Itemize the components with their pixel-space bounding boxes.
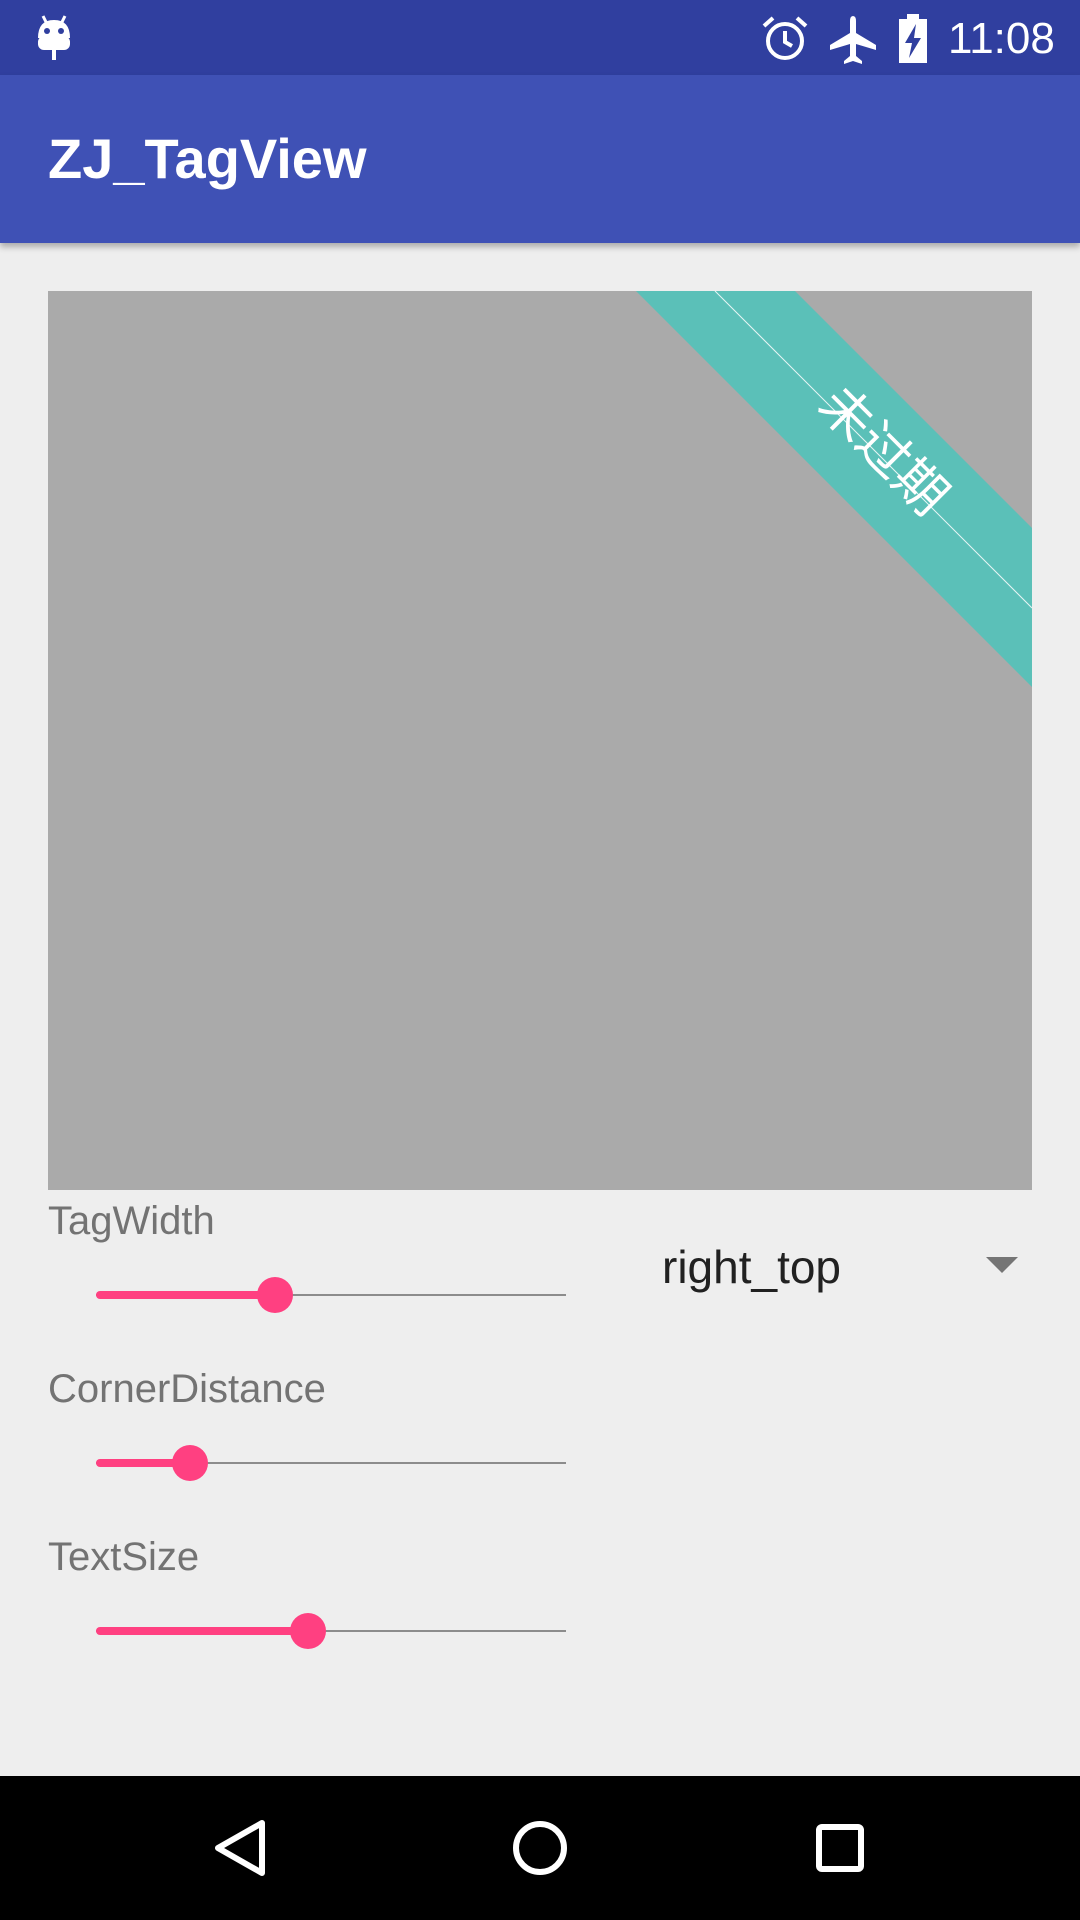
- text-size-seekbar[interactable]: [96, 1606, 566, 1656]
- android-icon: [34, 14, 74, 62]
- home-icon[interactable]: [490, 1798, 590, 1898]
- seekbar-progress: [96, 1627, 308, 1635]
- corner-distance-seekbar[interactable]: [96, 1438, 566, 1488]
- seekbar-thumb[interactable]: [257, 1277, 293, 1313]
- alarm-icon: [760, 14, 810, 64]
- navigation-bar: [0, 1776, 1080, 1920]
- corner-distance-label: CornerDistance: [48, 1367, 326, 1411]
- text-size-label: TextSize: [48, 1535, 200, 1579]
- seekbar-progress: [96, 1291, 275, 1299]
- battery-charging-icon: [896, 12, 930, 66]
- tag-width-label: TagWidth: [48, 1199, 215, 1243]
- seekbar-thumb[interactable]: [172, 1445, 208, 1481]
- tag-view-image: 未过期: [48, 291, 1032, 1190]
- back-icon[interactable]: [190, 1798, 290, 1898]
- spinner-selected-value: right_top: [662, 1241, 842, 1293]
- tag-width-seekbar[interactable]: [96, 1270, 566, 1320]
- status-bar: 11:08: [0, 0, 1080, 75]
- app-bar: ZJ_TagView: [0, 75, 1080, 243]
- recents-icon[interactable]: [790, 1798, 890, 1898]
- dropdown-arrow-icon: [986, 1253, 1018, 1277]
- status-clock: 11:08: [948, 14, 1055, 63]
- app-title: ZJ_TagView: [48, 127, 367, 190]
- tag-position-spinner[interactable]: right_top: [640, 1232, 1032, 1302]
- seekbar-thumb[interactable]: [290, 1613, 326, 1649]
- airplane-mode-icon: [826, 12, 880, 66]
